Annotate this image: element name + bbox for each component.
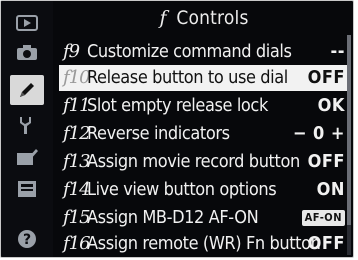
my-menu-icon[interactable] [10,179,44,199]
retouch-icon[interactable] [10,147,44,167]
menu-item-f9[interactable]: f9 Customize command dials -- [59,39,351,65]
menu-item-code: f9 [63,41,80,62]
menu-title: f Controls [53,1,353,35]
playback-icon[interactable] [10,13,44,33]
menu-item-value: − 0 + [292,123,345,144]
menu-title-text: Controls [176,7,249,29]
menu-item-value: OFF [307,233,345,254]
menu-item-code: f11 [63,95,91,116]
menu-item-f10[interactable]: f10 Release button to use dial OFF [59,65,351,91]
menu-item-f16[interactable]: f16 Assign remote (WR) Fn button OFF [59,231,351,257]
menu-item-code: f13 [63,151,91,172]
wrench-icon[interactable] [10,115,44,135]
menu-item-f12[interactable]: f12 Reverse indicators − 0 + [59,121,351,147]
menu-item-code: f16 [63,233,91,254]
menu-title-prefix: f [159,7,167,29]
menu-item-label: Live view button options [87,179,277,200]
menu-item-value: ON [316,179,345,200]
pencil-icon[interactable] [10,75,44,105]
menu-item-label: Assign movie record button [87,151,300,172]
menu-item-value: OK [317,95,345,116]
scrollbar-thumb[interactable] [347,35,351,225]
menu-item-value: OFF [307,151,345,172]
menu-tabs-sidebar: ? [1,1,53,257]
menu-item-label: Assign remote (WR) Fn button [87,233,321,254]
camera-menu-screen: ? f Controls f9 Customize command dials … [0,0,354,258]
af-on-badge: AF-ON [301,210,345,226]
help-symbol: ? [23,232,31,248]
menu-item-value: OFF [307,67,345,88]
menu-item-f15[interactable]: f15 Assign MB-D12 AF-ON AF-ON [59,205,351,231]
menu-item-label: Release button to use dial [87,67,288,88]
menu-item-f13[interactable]: f13 Assign movie record button OFF [59,149,351,175]
menu-item-value: -- [330,41,345,62]
camera-icon[interactable] [10,43,44,63]
scrollbar[interactable] [347,35,351,255]
menu-item-f11[interactable]: f11 Slot empty release lock OK [59,93,351,119]
menu-item-code: f12 [63,123,91,144]
menu-item-label: Assign MB-D12 AF-ON [87,207,259,228]
menu-item-label: Customize command dials [87,41,292,62]
menu-item-code: f14 [63,179,91,200]
menu-item-code: f15 [63,207,91,228]
menu-item-code: f10 [63,67,91,88]
menu-item-f14[interactable]: f14 Live view button options ON [59,177,351,203]
menu-item-label: Slot empty release lock [87,95,268,116]
menu-item-label: Reverse indicators [87,123,230,144]
help-icon[interactable]: ? [10,229,44,249]
